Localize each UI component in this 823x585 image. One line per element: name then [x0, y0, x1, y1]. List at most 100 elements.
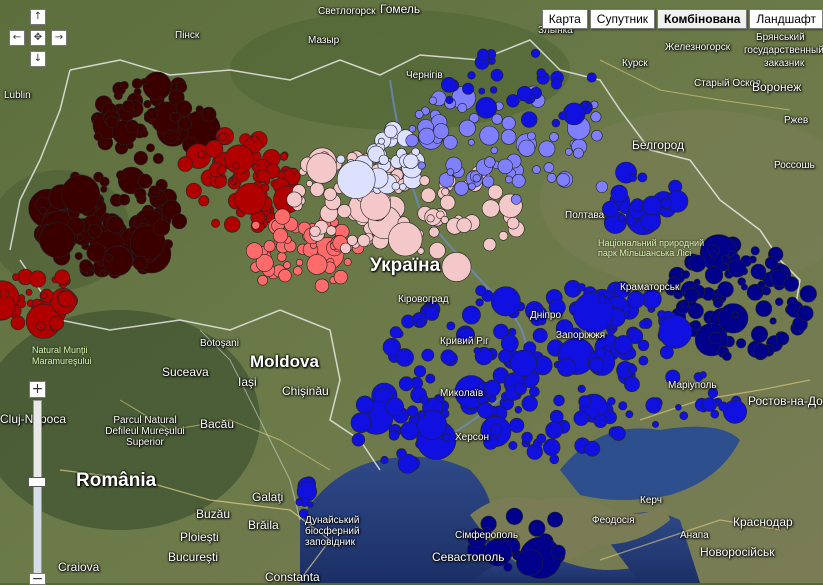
data-marker[interactable] — [419, 395, 430, 405]
data-marker[interactable] — [718, 303, 749, 334]
data-marker[interactable] — [74, 252, 83, 261]
data-marker[interactable] — [54, 269, 70, 285]
data-marker[interactable] — [198, 195, 210, 207]
data-marker[interactable] — [595, 180, 609, 193]
map-canvas[interactable]: Светлогорск Гомель Злынка Пінск Мазыр Же… — [0, 0, 823, 585]
data-marker[interactable] — [406, 405, 419, 417]
data-marker[interactable] — [591, 129, 603, 142]
data-marker[interactable] — [709, 331, 722, 345]
data-marker[interactable] — [710, 251, 719, 259]
data-marker[interactable] — [272, 228, 288, 244]
data-marker[interactable] — [728, 259, 747, 278]
data-marker[interactable] — [514, 382, 527, 396]
data-marker[interactable] — [504, 175, 513, 184]
data-marker[interactable] — [274, 208, 291, 225]
data-marker[interactable] — [378, 154, 389, 165]
data-marker[interactable] — [549, 454, 560, 465]
data-marker[interactable] — [276, 252, 287, 262]
data-marker[interactable] — [538, 140, 556, 158]
data-marker[interactable] — [483, 238, 497, 252]
data-marker[interactable] — [611, 426, 626, 441]
data-marker[interactable] — [152, 153, 164, 164]
data-marker[interactable] — [99, 176, 110, 187]
data-marker[interactable] — [440, 194, 456, 211]
data-marker[interactable] — [306, 152, 338, 184]
data-marker[interactable] — [613, 335, 633, 354]
data-marker[interactable] — [388, 221, 423, 257]
data-marker[interactable] — [468, 182, 476, 191]
data-marker[interactable] — [146, 143, 155, 153]
data-marker[interactable] — [557, 358, 576, 377]
data-marker[interactable] — [590, 111, 602, 123]
data-marker[interactable] — [578, 395, 592, 408]
data-marker[interactable] — [122, 100, 135, 113]
data-marker[interactable] — [645, 397, 662, 414]
data-marker[interactable] — [100, 185, 108, 193]
data-marker[interactable] — [750, 246, 760, 256]
data-marker[interactable] — [511, 173, 526, 188]
data-marker[interactable] — [586, 72, 597, 83]
data-marker[interactable] — [536, 433, 547, 444]
data-marker[interactable] — [718, 401, 729, 412]
data-marker[interactable] — [420, 187, 436, 203]
data-marker[interactable] — [505, 507, 524, 525]
data-marker[interactable] — [637, 339, 650, 351]
data-marker[interactable] — [595, 347, 606, 359]
data-marker[interactable] — [340, 242, 352, 254]
data-marker[interactable] — [472, 174, 481, 183]
data-marker[interactable] — [116, 170, 126, 180]
data-marker[interactable] — [543, 162, 555, 173]
data-marker[interactable] — [461, 305, 481, 325]
data-marker[interactable] — [553, 394, 565, 407]
data-marker[interactable] — [163, 129, 179, 145]
data-marker[interactable] — [169, 112, 181, 123]
data-marker[interactable] — [405, 134, 419, 148]
data-marker[interactable] — [140, 78, 148, 86]
data-marker[interactable] — [440, 215, 449, 224]
data-marker[interactable] — [120, 81, 129, 90]
data-marker[interactable] — [39, 206, 47, 215]
data-marker[interactable] — [769, 317, 777, 325]
data-marker[interactable] — [675, 403, 682, 411]
data-marker[interactable] — [775, 331, 790, 346]
data-marker[interactable] — [400, 421, 420, 441]
data-marker[interactable] — [712, 297, 724, 309]
data-marker[interactable] — [551, 544, 566, 560]
data-marker[interactable] — [637, 172, 648, 183]
data-marker[interactable] — [630, 198, 644, 212]
data-marker[interactable] — [750, 263, 767, 280]
data-marker[interactable] — [501, 116, 516, 131]
data-marker[interactable] — [195, 105, 204, 114]
data-marker[interactable] — [454, 181, 469, 196]
data-marker[interactable] — [286, 191, 303, 208]
data-marker[interactable] — [755, 300, 773, 317]
data-marker[interactable] — [140, 129, 149, 138]
data-marker[interactable] — [657, 310, 666, 319]
data-marker[interactable] — [628, 364, 638, 374]
data-marker[interactable] — [475, 97, 498, 119]
data-marker[interactable] — [500, 334, 519, 353]
data-marker[interactable] — [99, 270, 107, 277]
data-marker[interactable] — [314, 278, 330, 293]
data-marker[interactable] — [0, 289, 9, 299]
data-marker[interactable] — [475, 285, 487, 297]
data-marker[interactable] — [642, 195, 662, 216]
data-marker[interactable] — [326, 225, 337, 236]
data-marker[interactable] — [477, 402, 494, 419]
data-marker[interactable] — [593, 414, 608, 428]
data-marker[interactable] — [527, 131, 536, 141]
data-marker[interactable] — [306, 501, 314, 508]
map-type-button-satellite[interactable]: Супутник — [589, 9, 656, 29]
data-marker[interactable] — [458, 119, 476, 137]
data-marker[interactable] — [295, 259, 304, 267]
data-marker[interactable] — [478, 87, 486, 95]
data-marker[interactable] — [440, 77, 457, 93]
data-marker[interactable] — [377, 137, 385, 145]
data-marker[interactable] — [731, 311, 740, 319]
data-marker[interactable] — [799, 285, 817, 303]
data-marker[interactable] — [29, 270, 47, 288]
data-marker[interactable] — [761, 286, 771, 296]
data-marker[interactable] — [263, 240, 276, 253]
data-marker[interactable] — [291, 167, 298, 175]
data-marker[interactable] — [546, 172, 557, 183]
